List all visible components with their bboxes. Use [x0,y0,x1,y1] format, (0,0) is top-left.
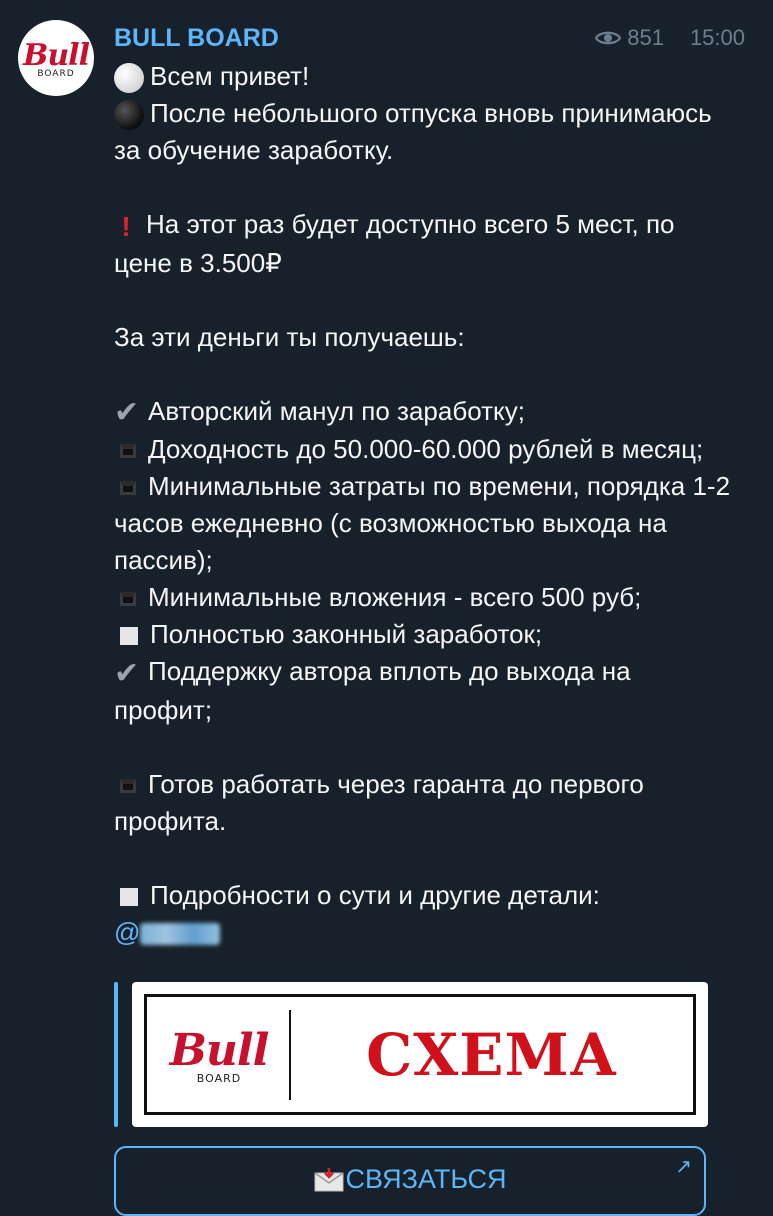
black-square-icon [120,444,136,459]
contact-button-label: СВЯЗАТЬСЯ [345,1164,507,1194]
feature-item: Полностью законный заработок; [114,616,734,653]
check-icon: ✔ [114,656,140,690]
places-text: На этот раз будет доступно всего 5 мест,… [114,209,675,278]
white-circle-icon [114,63,144,94]
feature-text: Доходность до 50.000-60.000 рублей в мес… [148,434,704,465]
white-square-icon [120,888,138,906]
external-link-icon: ↗ [675,1156,692,1178]
feature-item: Доходность до 50.000-60.000 рублей в мес… [114,431,734,468]
eye-icon [595,31,622,45]
black-circle-icon [114,100,144,131]
envelope-icon [314,1168,344,1192]
exclamation-icon: ! [121,210,131,242]
link-preview[interactable]: Bull BOARD СХЕМА [114,982,708,1127]
mention-prefix: @ [114,916,141,947]
views-count: 851 [627,25,664,50]
you-get-line: За эти деньги ты получаешь: [114,321,465,352]
message-meta: 851 15:00 [595,25,745,51]
avatar-logo-sub: BOARD [37,68,75,79]
white-square-icon [120,627,138,646]
intro-text: После небольшого отпуска вновь принимаюс… [114,98,712,165]
mention-line: @ [114,914,734,951]
feature-item: ✔ Авторский манул по заработку; [114,393,734,432]
redacted-username [140,923,221,945]
guarantor-line: Готов работать через гаранта до первого … [114,766,734,840]
username-mention[interactable]: @ [114,914,221,951]
message-text: Всем привет! После небольшого отпуска вн… [114,58,734,951]
greeting-text: Всем привет! [150,61,310,91]
feature-item: Минимальные затраты по времени, порядка … [114,468,734,579]
details-text: Подробности о сути и другие детали: [150,879,600,910]
feature-item: Минимальные вложения - всего 500 руб; [114,579,734,616]
feature-text: Авторский манул по заработку; [148,395,525,426]
black-square-icon [120,592,136,607]
preview-logo-sub: BOARD [196,1071,242,1085]
check-icon: ✔ [114,396,140,430]
preview-title: СХЕМА [366,1020,618,1089]
preview-logo-text: Bull [169,1024,270,1076]
feature-item: ✔ Поддержку автора вплоть до выхода на пр… [114,653,734,729]
feature-text: Полностью законный заработок; [150,619,543,650]
feature-text: Минимальные вложения - всего 500 руб; [148,582,642,613]
greeting-line: Всем привет! [114,58,734,95]
preview-accent-bar [114,982,118,1127]
details-line: Подробности о сути и другие детали: [114,877,734,914]
preview-image[interactable]: Bull BOARD СХЕМА [132,982,708,1127]
contact-button[interactable]: СВЯЗАТЬСЯ ↗ [114,1146,706,1216]
preview-logo: Bull BOARD [147,1025,279,1085]
channel-name[interactable]: BULL BOARD [114,24,279,53]
feature-text: Минимальные затраты по времени, порядка … [114,471,731,576]
avatar-logo-text: Bull [23,37,90,73]
message-header: BULL BOARD 851 15:00 [114,20,745,56]
intro-line: После небольшого отпуска вновь принимаюс… [114,95,734,169]
channel-avatar[interactable]: Bull BOARD [18,20,94,96]
guarantor-text: Готов работать через гаранта до первого … [114,768,644,836]
places-line: ! На этот раз будет доступно всего 5 мест… [114,206,734,282]
black-square-icon [120,779,136,793]
feature-text: Поддержку автора вплоть до выхода на про… [114,656,631,725]
preview-banner: Bull BOARD СХЕМА [144,994,696,1115]
black-square-icon [120,481,136,496]
message-time: 15:00 [689,25,745,50]
